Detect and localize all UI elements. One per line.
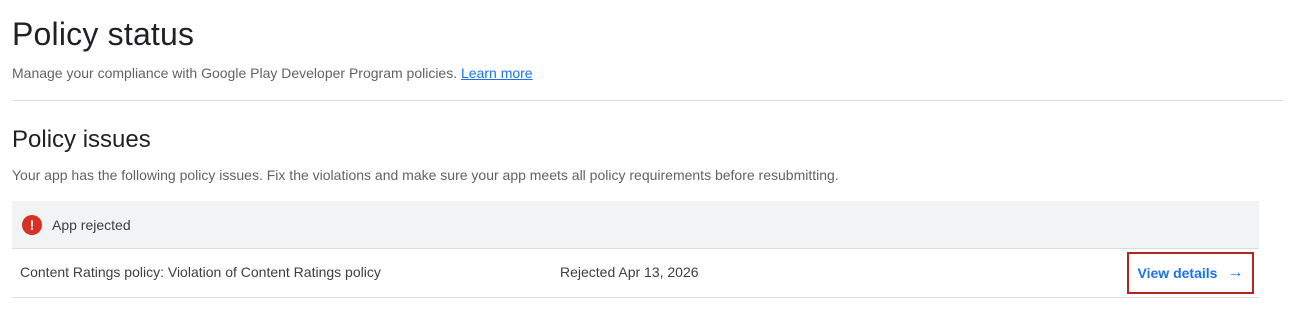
policy-issues-table: ! App rejected Content Ratings policy: V… xyxy=(12,201,1259,298)
policy-status-page: Policy status Manage your compliance wit… xyxy=(0,0,1295,331)
learn-more-link[interactable]: Learn more xyxy=(461,65,533,81)
page-title: Policy status xyxy=(12,16,195,52)
page-subtitle: Manage your compliance with Google Play … xyxy=(12,64,533,82)
issue-group-header: ! App rejected xyxy=(12,201,1259,249)
page-subtitle-text: Manage your compliance with Google Play … xyxy=(12,65,458,81)
policy-name: Content Ratings policy: Violation of Con… xyxy=(20,264,381,280)
section-description: Your app has the following policy issues… xyxy=(12,167,839,183)
table-row: Content Ratings policy: Violation of Con… xyxy=(12,249,1259,298)
rejection-status: Rejected Apr 13, 2026 xyxy=(560,264,699,280)
issue-status-label: App rejected xyxy=(52,216,131,233)
view-details-button[interactable]: View details → xyxy=(1127,252,1254,294)
view-details-label: View details xyxy=(1137,265,1218,281)
arrow-right-icon: → xyxy=(1227,264,1244,281)
section-title: Policy issues xyxy=(12,126,151,153)
divider xyxy=(12,100,1283,101)
error-icon: ! xyxy=(22,214,42,235)
